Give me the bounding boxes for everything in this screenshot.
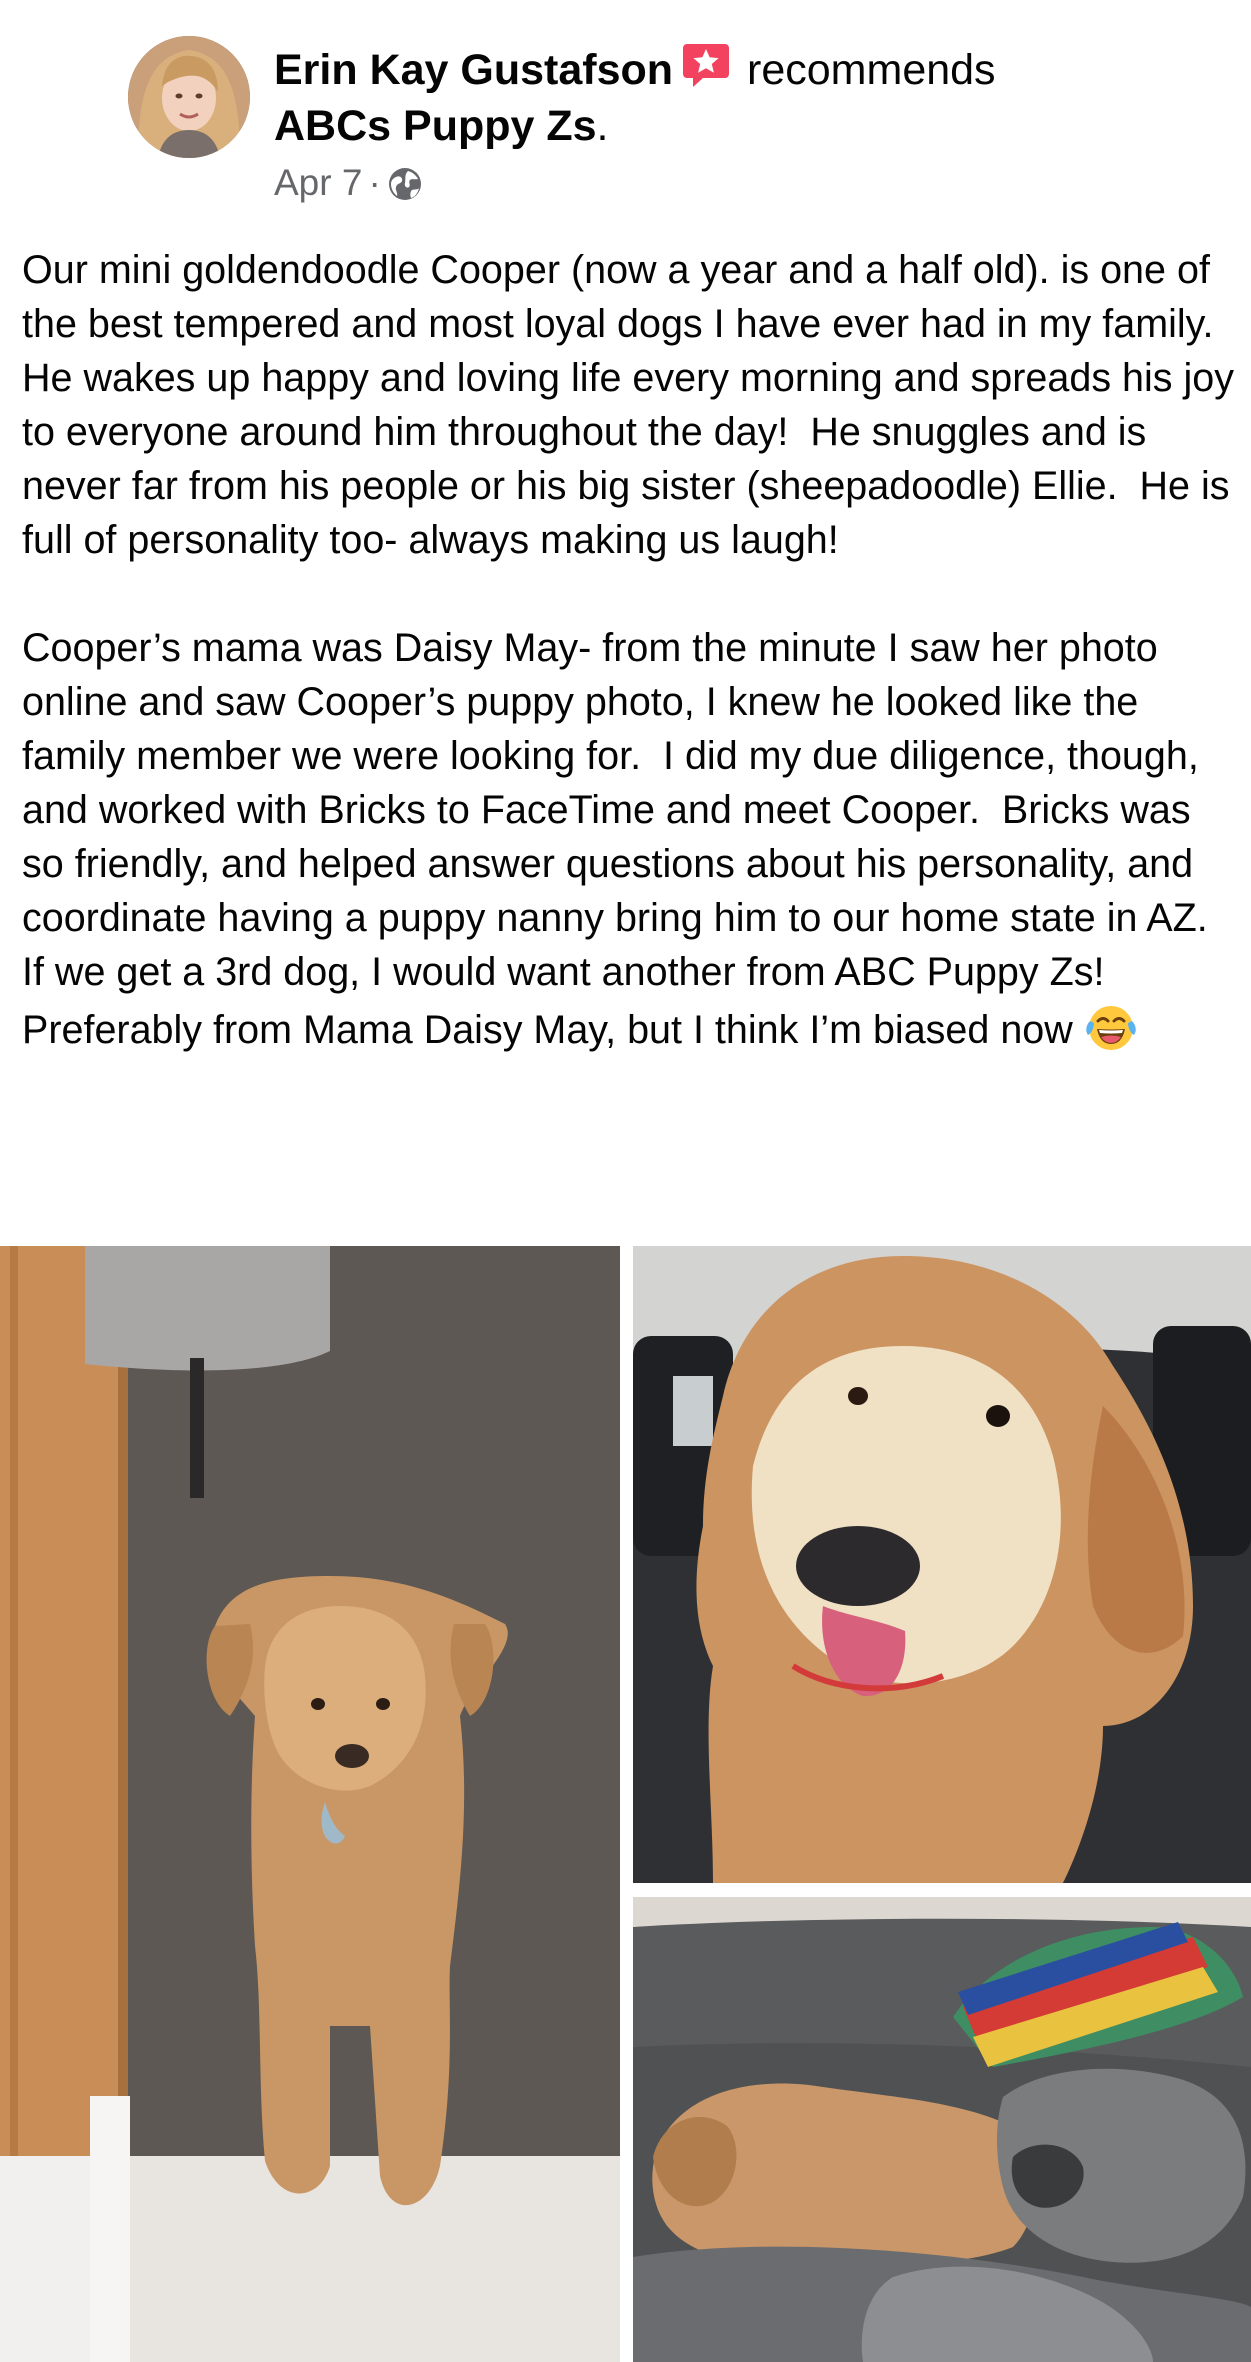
recommend-star-icon [681,40,731,102]
recommended-page-line: ABCs Puppy Zs. [274,100,609,152]
action-text: recommends [747,46,996,94]
globe-icon[interactable] [387,166,423,213]
author-name[interactable]: Erin Kay Gustafson [274,46,673,94]
post-date[interactable]: Apr 7 [274,162,362,203]
meta-separator: · [368,162,381,203]
photo-dogs-on-couch[interactable] [633,1897,1251,2362]
photo-grid [0,1246,1251,2362]
page-suffix: . [596,102,609,150]
post-header: Erin Kay Gustafson recommends ABCs Puppy… [0,0,1251,203]
post-body: Our mini goldendoodle Cooper (now a year… [22,243,1237,1057]
laughing-tears-emoji [1084,999,1138,1053]
author-avatar[interactable] [128,36,250,158]
author-line: Erin Kay Gustafson recommends [274,40,996,102]
post-body-text: Our mini goldendoodle Cooper (now a year… [22,248,1235,1052]
recommended-page-name[interactable]: ABCs Puppy Zs [274,102,597,150]
photo-dog-in-car[interactable] [633,1246,1251,1883]
post-meta: Apr 7 · [274,160,423,213]
photo-dog-on-carpet[interactable] [0,1246,620,2362]
